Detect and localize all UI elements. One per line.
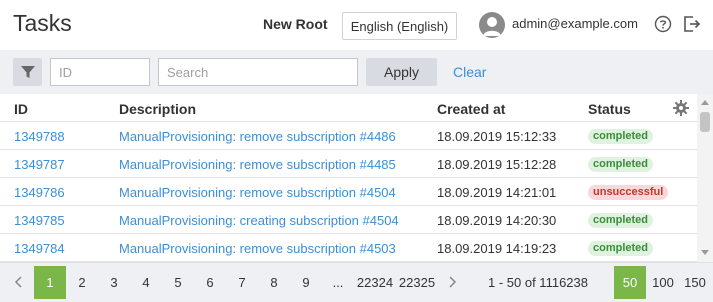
task-description-link[interactable]: ManualProvisioning: remove subscription … bbox=[119, 157, 396, 172]
column-header-id[interactable]: ID bbox=[14, 101, 28, 117]
pagination-bar: 1 2 3 4 5 6 7 8 9 ... 22324 22325 1 - 50… bbox=[0, 262, 713, 302]
task-id-link[interactable]: 1349787 bbox=[14, 157, 65, 172]
page-3-button[interactable]: 3 bbox=[100, 266, 128, 299]
user-avatar-icon[interactable] bbox=[479, 12, 505, 38]
funnel-icon bbox=[20, 66, 35, 78]
table-row: 1349787 ManualProvisioning: remove subsc… bbox=[0, 150, 697, 178]
page-2-button[interactable]: 2 bbox=[68, 266, 96, 299]
scroll-down-arrow-icon[interactable] bbox=[701, 250, 709, 255]
status-badge: completed bbox=[588, 157, 654, 172]
page-size-50-button[interactable]: 50 bbox=[614, 266, 646, 299]
tasks-table: ID Description Created at Status 1349788… bbox=[0, 94, 713, 262]
gear-icon[interactable] bbox=[673, 100, 689, 116]
page-22325-button[interactable]: 22325 bbox=[396, 266, 438, 299]
task-id-link[interactable]: 1349788 bbox=[14, 129, 65, 144]
page-5-button[interactable]: 5 bbox=[164, 266, 192, 299]
table-header: ID Description Created at Status bbox=[0, 94, 697, 122]
scrollbar-thumb[interactable] bbox=[700, 112, 710, 132]
language-selector[interactable]: English (English) bbox=[342, 12, 457, 40]
status-badge: unsuccessful bbox=[588, 185, 669, 200]
filter-bar: Apply Clear bbox=[0, 50, 713, 94]
search-input[interactable] bbox=[158, 58, 358, 86]
chevron-left-icon[interactable] bbox=[14, 276, 24, 288]
task-id-link[interactable]: 1349786 bbox=[14, 185, 65, 200]
root-account-label[interactable]: New Root bbox=[263, 16, 328, 32]
task-id-link[interactable]: 1349784 bbox=[14, 241, 65, 256]
task-description-link[interactable]: ManualProvisioning: creating subscriptio… bbox=[119, 213, 399, 228]
page-size-150-button[interactable]: 150 bbox=[680, 266, 710, 299]
table-row: 1349788 ManualProvisioning: remove subsc… bbox=[0, 122, 697, 150]
task-created-at: 18.09.2019 14:20:30 bbox=[437, 213, 557, 228]
logout-icon[interactable] bbox=[682, 14, 702, 34]
column-header-created-at[interactable]: Created at bbox=[437, 101, 505, 117]
task-id-link[interactable]: 1349785 bbox=[14, 213, 65, 228]
table-row: 1349784 ManualProvisioning: remove subsc… bbox=[0, 234, 697, 262]
page-range-text: 1 - 50 of 1116238 bbox=[488, 275, 588, 290]
task-created-at: 18.09.2019 15:12:33 bbox=[437, 129, 557, 144]
page-1-button[interactable]: 1 bbox=[34, 266, 66, 299]
task-created-at: 18.09.2019 14:19:23 bbox=[437, 241, 557, 256]
column-header-description[interactable]: Description bbox=[119, 101, 196, 117]
filter-toggle-button[interactable] bbox=[13, 58, 42, 86]
page-22324-button[interactable]: 22324 bbox=[354, 266, 396, 299]
task-description-link[interactable]: ManualProvisioning: remove subscription … bbox=[119, 185, 396, 200]
page-ellipsis: ... bbox=[332, 275, 344, 290]
table-row: 1349786 ManualProvisioning: remove subsc… bbox=[0, 178, 697, 206]
chevron-right-icon[interactable] bbox=[447, 276, 457, 288]
page-6-button[interactable]: 6 bbox=[196, 266, 224, 299]
status-badge: completed bbox=[588, 129, 654, 144]
user-name[interactable]: admin@example.com bbox=[512, 16, 638, 31]
page-9-button[interactable]: 9 bbox=[292, 266, 320, 299]
page-header: Tasks New Root English (English) admin@e… bbox=[0, 0, 713, 50]
page-size-100-button[interactable]: 100 bbox=[648, 266, 678, 299]
help-icon[interactable] bbox=[654, 15, 672, 33]
scroll-up-arrow-icon[interactable] bbox=[701, 100, 709, 105]
task-description-link[interactable]: ManualProvisioning: remove subscription … bbox=[119, 129, 396, 144]
status-badge: completed bbox=[588, 241, 654, 256]
status-badge: completed bbox=[588, 213, 654, 228]
task-created-at: 18.09.2019 15:12:28 bbox=[437, 157, 557, 172]
page-8-button[interactable]: 8 bbox=[260, 266, 288, 299]
table-row: 1349785 ManualProvisioning: creating sub… bbox=[0, 206, 697, 234]
task-description-link[interactable]: ManualProvisioning: remove subscription … bbox=[119, 241, 396, 256]
task-created-at: 18.09.2019 14:21:01 bbox=[437, 185, 557, 200]
column-header-status[interactable]: Status bbox=[588, 101, 631, 117]
page-title: Tasks bbox=[13, 10, 72, 36]
page-4-button[interactable]: 4 bbox=[132, 266, 160, 299]
id-filter-input[interactable] bbox=[50, 58, 150, 86]
table-scrollbar[interactable] bbox=[697, 94, 713, 262]
apply-button[interactable]: Apply bbox=[366, 58, 437, 86]
clear-link[interactable]: Clear bbox=[453, 64, 486, 80]
page-7-button[interactable]: 7 bbox=[228, 266, 256, 299]
